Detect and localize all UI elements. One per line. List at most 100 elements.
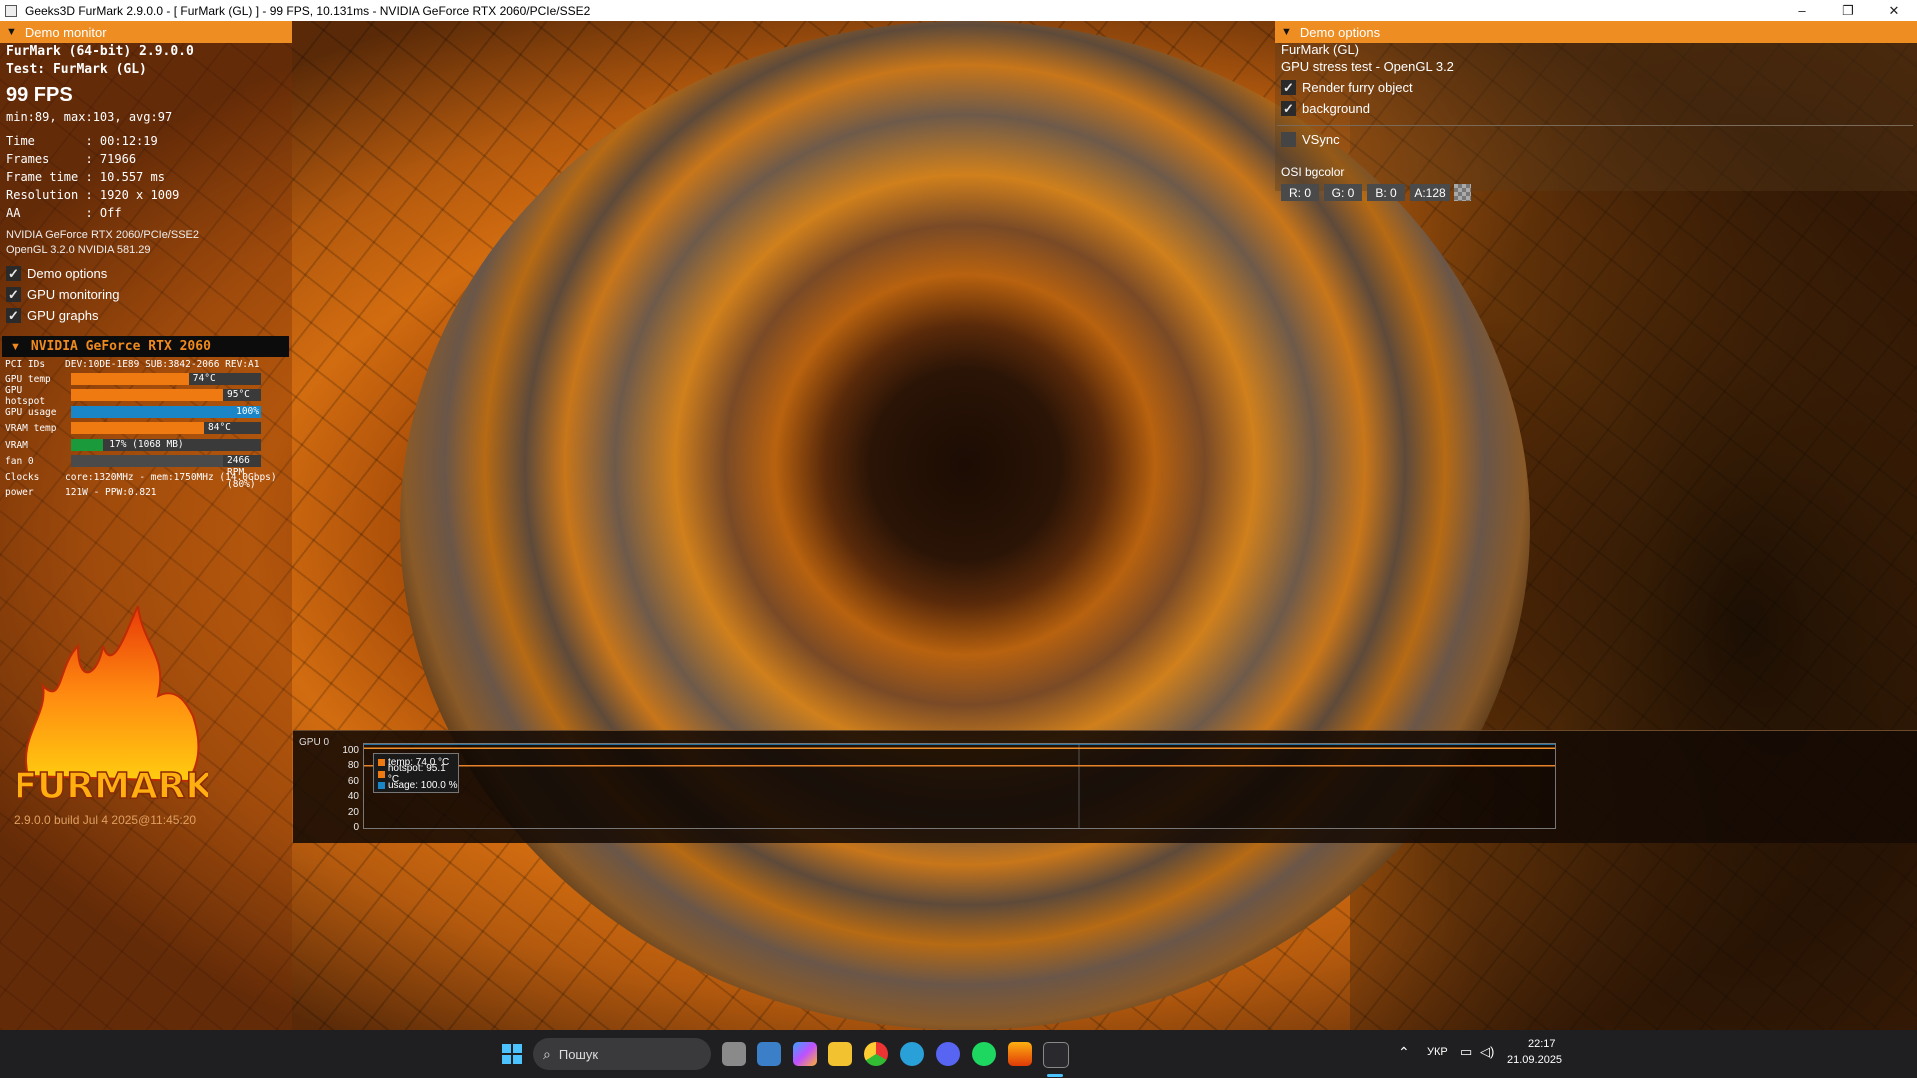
gpu-graph-panel: GPU 0 100 80 60 40 20 0 temp: 74.0 °C ho… [293, 730, 1917, 843]
graph-legend: temp: 74.0 °C hotspot: 95.1 °C usage: 10… [373, 753, 459, 793]
gpu-metric-row: GPU usage 100% [5, 406, 261, 419]
telegram-icon[interactable] [900, 1042, 924, 1066]
legend-swatch [378, 770, 385, 778]
close-button[interactable]: ✕ [1871, 0, 1917, 21]
chevron-up-icon[interactable]: ⌃ [1398, 1044, 1410, 1061]
graph-label: GPU 0 [299, 737, 330, 748]
frame-count: Frames : 71966 [6, 152, 137, 166]
color-a-field[interactable]: A:128 [1410, 184, 1450, 201]
furmark-taskbar-icon[interactable] [1008, 1042, 1032, 1066]
gpu-metric-row: fan 0 2466 RPM (80%) [5, 455, 261, 490]
elapsed-time: Time : 00:12:19 [6, 134, 158, 148]
checkbox-checked-icon[interactable]: ✓ [6, 308, 21, 323]
widgets-icon[interactable] [757, 1042, 781, 1066]
pci-ids-row: PCI IDs DEV:10DE-1E89 SUB:3842-2066 REV:… [5, 358, 259, 371]
network-icon[interactable]: ▭ [1460, 1044, 1472, 1060]
vsync-toggle[interactable]: ✓ VSync [1281, 132, 1340, 147]
windows-start-icon[interactable] [500, 1042, 524, 1066]
maximize-button[interactable]: ❐ [1825, 0, 1871, 21]
gpu-metric-row: VRAM temp 84°C [5, 422, 261, 435]
checkbox-checked-icon[interactable]: ✓ [1281, 80, 1296, 95]
metric-value: 95°C [227, 389, 250, 400]
color-b-field[interactable]: B: 0 [1367, 184, 1405, 201]
minimize-button[interactable]: – [1779, 0, 1825, 21]
demo-options-header[interactable]: ▼ Demo options [1275, 21, 1917, 43]
test-name: Test: FurMark (GL) [6, 62, 147, 77]
demo-options-panel: ▼ Demo options FurMark (GL) GPU stress t… [1275, 21, 1917, 201]
checkbox-checked-icon[interactable]: ✓ [6, 266, 21, 281]
clock-date[interactable]: 21.09.2025 [1507, 1054, 1562, 1066]
file-explorer-icon[interactable] [828, 1042, 852, 1066]
gpu-monitoring-toggle[interactable]: ✓ GPU monitoring [6, 287, 119, 302]
fps-readout: 99 FPS [6, 84, 73, 106]
demo-monitor-title: Demo monitor [24, 24, 107, 40]
antialiasing: AA : Off [6, 206, 122, 220]
resolution: Resolution : 1920 x 1009 [6, 188, 180, 202]
metric-bar-fill [71, 389, 223, 401]
legend-item-usage: usage: 100.0 % [378, 780, 458, 792]
svg-text:FURMARK: FURMARK [18, 766, 208, 806]
furmark-logo: FURMARK [18, 606, 208, 806]
task-view-icon[interactable] [722, 1042, 746, 1066]
active-app-indicator [1047, 1074, 1063, 1077]
metric-bar-fill [71, 439, 104, 451]
metric-value: 2466 RPM (80%) [227, 455, 256, 490]
windows-taskbar: ⌕ Пошук ⌃ УКР ▭ ◁) 22:17 21.09.2025 [0, 1030, 1917, 1078]
legend-swatch [378, 759, 385, 767]
demo-description: GPU stress test - OpenGL 3.2 [1281, 59, 1454, 74]
checkbox-checked-icon[interactable]: ✓ [6, 287, 21, 302]
demo-options-title: Demo options [1299, 24, 1381, 40]
y-tick-label: 100 [342, 745, 359, 756]
demo-options-toggle[interactable]: ✓ Demo options [6, 266, 107, 281]
check-label: GPU graphs [27, 308, 99, 323]
taskbar-search[interactable]: ⌕ Пошук [533, 1038, 711, 1070]
color-preview-swatch[interactable] [1454, 184, 1471, 201]
collapse-triangle-icon: ▼ [1281, 26, 1292, 38]
window-title: Geeks3D FurMark 2.9.0.0 - [ FurMark (GL)… [25, 3, 591, 18]
search-icon: ⌕ [543, 1045, 551, 1062]
metric-value: 17% (1068 MB) [109, 439, 184, 450]
metric-value: 84°C [208, 422, 231, 433]
clock-time[interactable]: 22:17 [1528, 1038, 1556, 1050]
spotify-icon[interactable] [972, 1042, 996, 1066]
metric-label: GPU temp [5, 374, 51, 385]
furmark-window-icon[interactable] [1043, 1042, 1069, 1068]
metric-label: GPU hotspot [5, 384, 46, 407]
collapse-triangle-icon: ▼ [6, 26, 17, 38]
checkbox-checked-icon[interactable]: ✓ [1281, 101, 1296, 116]
metric-bar: 95°C [71, 389, 261, 401]
y-tick-label: 60 [347, 776, 359, 787]
metric-bar: 84°C [71, 422, 261, 434]
metric-bar-fill [71, 406, 261, 418]
gpu-name: NVIDIA GeForce RTX 2060 [30, 339, 211, 354]
app-name: FurMark (64-bit) 2.9.0.0 [6, 44, 194, 59]
chrome-icon[interactable] [864, 1042, 888, 1066]
gpu-monitor-header[interactable]: ▼ NVIDIA GeForce RTX 2060 [2, 336, 289, 357]
search-placeholder: Пошук [558, 1046, 599, 1062]
background-toggle[interactable]: ✓ background [1281, 101, 1370, 116]
metric-bar: 74°C [71, 373, 261, 385]
frame-time: Frame time : 10.557 ms [6, 170, 165, 184]
gpu-graphs-toggle[interactable]: ✓ GPU graphs [6, 308, 99, 323]
discord-icon[interactable] [936, 1042, 960, 1066]
copilot-icon[interactable] [793, 1042, 817, 1066]
metric-bar: 2466 RPM (80%) [71, 455, 261, 490]
metric-label: GPU usage [5, 407, 57, 418]
language-indicator[interactable]: УКР [1427, 1046, 1448, 1058]
render-furry-toggle[interactable]: ✓ Render furry object [1281, 80, 1413, 95]
y-tick-label: 40 [347, 791, 359, 802]
metric-label: fan 0 [5, 456, 34, 467]
color-r-field[interactable]: R: 0 [1281, 184, 1319, 201]
check-label: GPU monitoring [27, 287, 120, 302]
volume-icon[interactable]: ◁) [1480, 1044, 1494, 1060]
color-g-field[interactable]: G: 0 [1324, 184, 1362, 201]
demo-monitor-header[interactable]: ▼ Demo monitor [0, 21, 292, 43]
checkbox-unchecked-icon[interactable]: ✓ [1281, 132, 1296, 147]
graph-plot-area [363, 743, 1556, 829]
legend-swatch [378, 782, 385, 790]
metric-bar-fill [71, 373, 189, 385]
window-titlebar: Geeks3D FurMark 2.9.0.0 - [ FurMark (GL)… [0, 0, 1917, 21]
power-row: power 121W - PPW:0.821 [5, 486, 157, 499]
collapse-triangle-icon: ▼ [10, 340, 21, 353]
build-string: 2.9.0.0 build Jul 4 2025@11:45:20 [14, 813, 197, 827]
